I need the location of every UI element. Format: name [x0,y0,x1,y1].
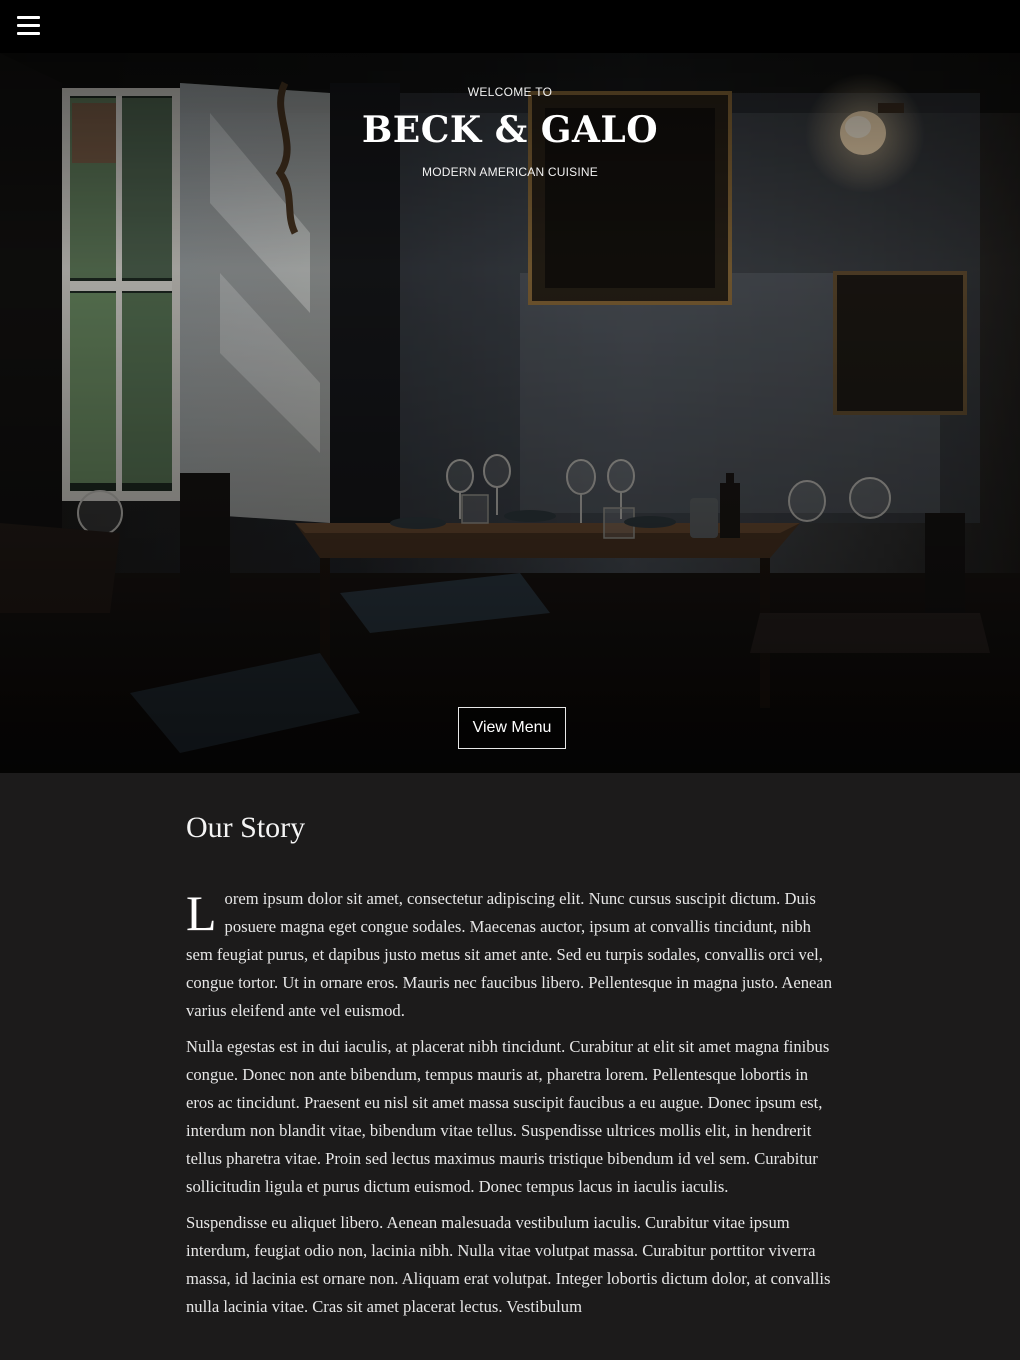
cuisine-tagline: MODERN AMERICAN CUISINE [422,165,598,179]
welcome-label: WELCOME TO [467,85,553,99]
section-title: Our Story [186,811,306,844]
hero-section: WELCOME TO BECK & GALO MODERN AMERICAN C… [0,53,1020,773]
story-paragraph-3: Suspendisse eu aliquet libero. Aenean ma… [186,1213,831,1316]
our-story-section: Our Story Lorem ipsum dolor sit amet, co… [0,773,1020,1360]
drop-cap: L [186,885,217,941]
restaurant-interior-image [0,53,1020,773]
story-paragraph-1-text: orem ipsum dolor sit amet, consectetur a… [186,889,833,1020]
story-body: Lorem ipsum dolor sit amet, consectetur … [186,885,838,1329]
story-paragraph-1: Lorem ipsum dolor sit amet, consectetur … [186,885,838,1025]
restaurant-name: BECK & GALO [361,109,659,151]
hamburger-icon[interactable] [17,15,40,36]
story-paragraph-2: Nulla egestas est in dui iaculis, at pla… [186,1037,830,1196]
top-navigation-bar [0,0,1020,53]
view-menu-button[interactable]: View Menu [458,707,566,749]
